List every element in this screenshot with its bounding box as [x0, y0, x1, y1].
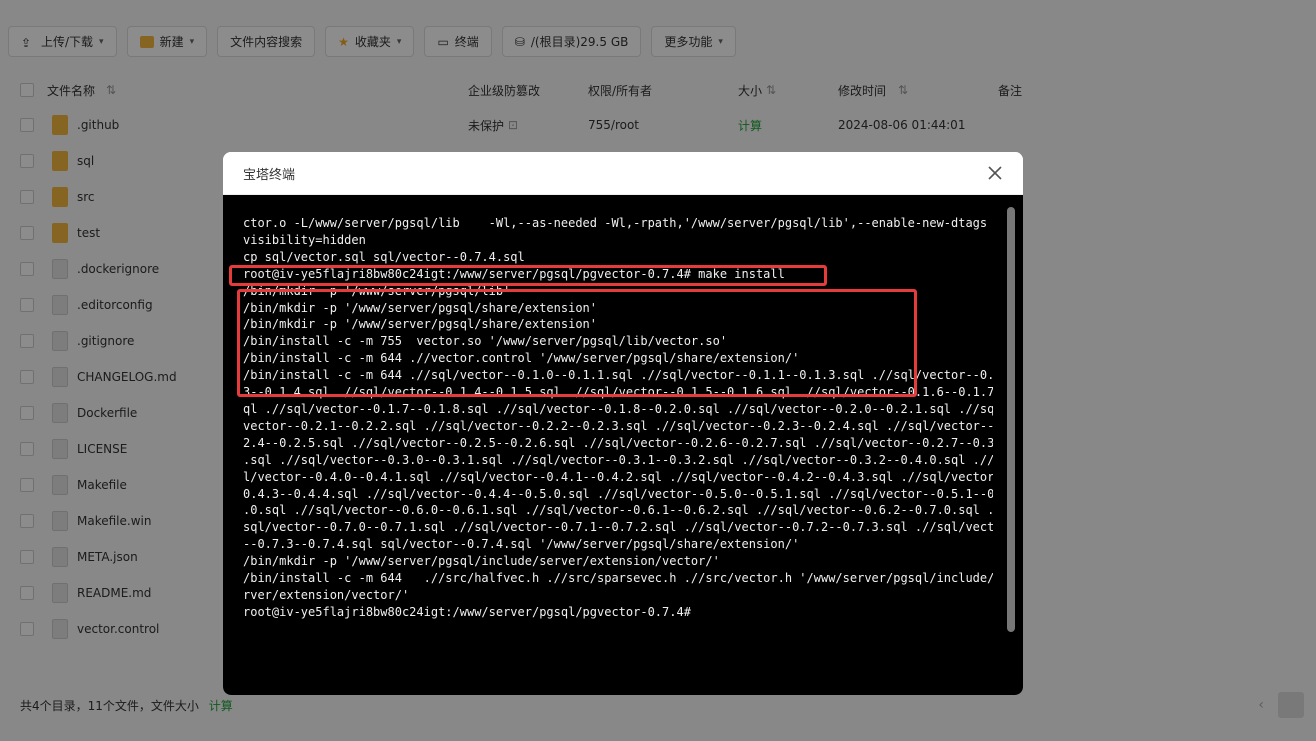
terminal-line: rver/extension/vector/'	[243, 587, 410, 602]
terminal-line: visibility=hidden	[243, 232, 366, 247]
terminal-line: ctor.o -L/www/server/pgsql/lib -Wl,--as-…	[243, 216, 993, 230]
terminal-line: root@iv-ye5flajri8bw80c24igt:/www/server…	[243, 604, 691, 619]
terminal-line: cp sql/vector.sql sql/vector--0.7.4.sql	[243, 249, 525, 264]
terminal-line: ql .//sql/vector--0.1.7--0.1.8.sql .//sq…	[243, 401, 993, 416]
terminal-line: .0.sql .//sql/vector--0.6.0--0.6.1.sql .…	[243, 503, 993, 518]
highlight-box-install	[237, 289, 917, 397]
terminal-line: /bin/mkdir -p '/www/server/pgsql/include…	[243, 554, 720, 569]
terminal-line: --0.7.3--0.7.4.sql sql/vector--0.7.4.sql…	[243, 537, 800, 552]
terminal-line: vector--0.2.1--0.2.2.sql .//sql/vector--…	[243, 418, 993, 433]
terminal-line: sql/vector--0.7.0--0.7.1.sql .//sql/vect…	[243, 520, 993, 535]
modal-header: 宝塔终端	[223, 152, 1023, 195]
terminal-output[interactable]: ctor.o -L/www/server/pgsql/lib -Wl,--as-…	[223, 195, 1023, 695]
terminal-modal: 宝塔终端 ctor.o -L/www/server/pgsql/lib -Wl,…	[223, 152, 1023, 695]
terminal-line: 0.4.3--0.4.4.sql .//sql/vector--0.4.4--0…	[243, 486, 993, 501]
highlight-box-command	[229, 265, 827, 286]
modal-title: 宝塔终端	[243, 167, 296, 183]
terminal-scrollbar[interactable]	[1007, 207, 1015, 632]
close-icon[interactable]	[985, 163, 1005, 183]
terminal-line: .sql .//sql/vector--0.3.0--0.3.1.sql .//…	[243, 452, 993, 467]
terminal-line: /bin/install -c -m 644 .//src/halfvec.h …	[243, 571, 993, 586]
terminal-line: l/vector--0.4.0--0.4.1.sql .//sql/vector…	[243, 469, 993, 484]
terminal-line: 2.4--0.2.5.sql .//sql/vector--0.2.5--0.2…	[243, 435, 993, 450]
